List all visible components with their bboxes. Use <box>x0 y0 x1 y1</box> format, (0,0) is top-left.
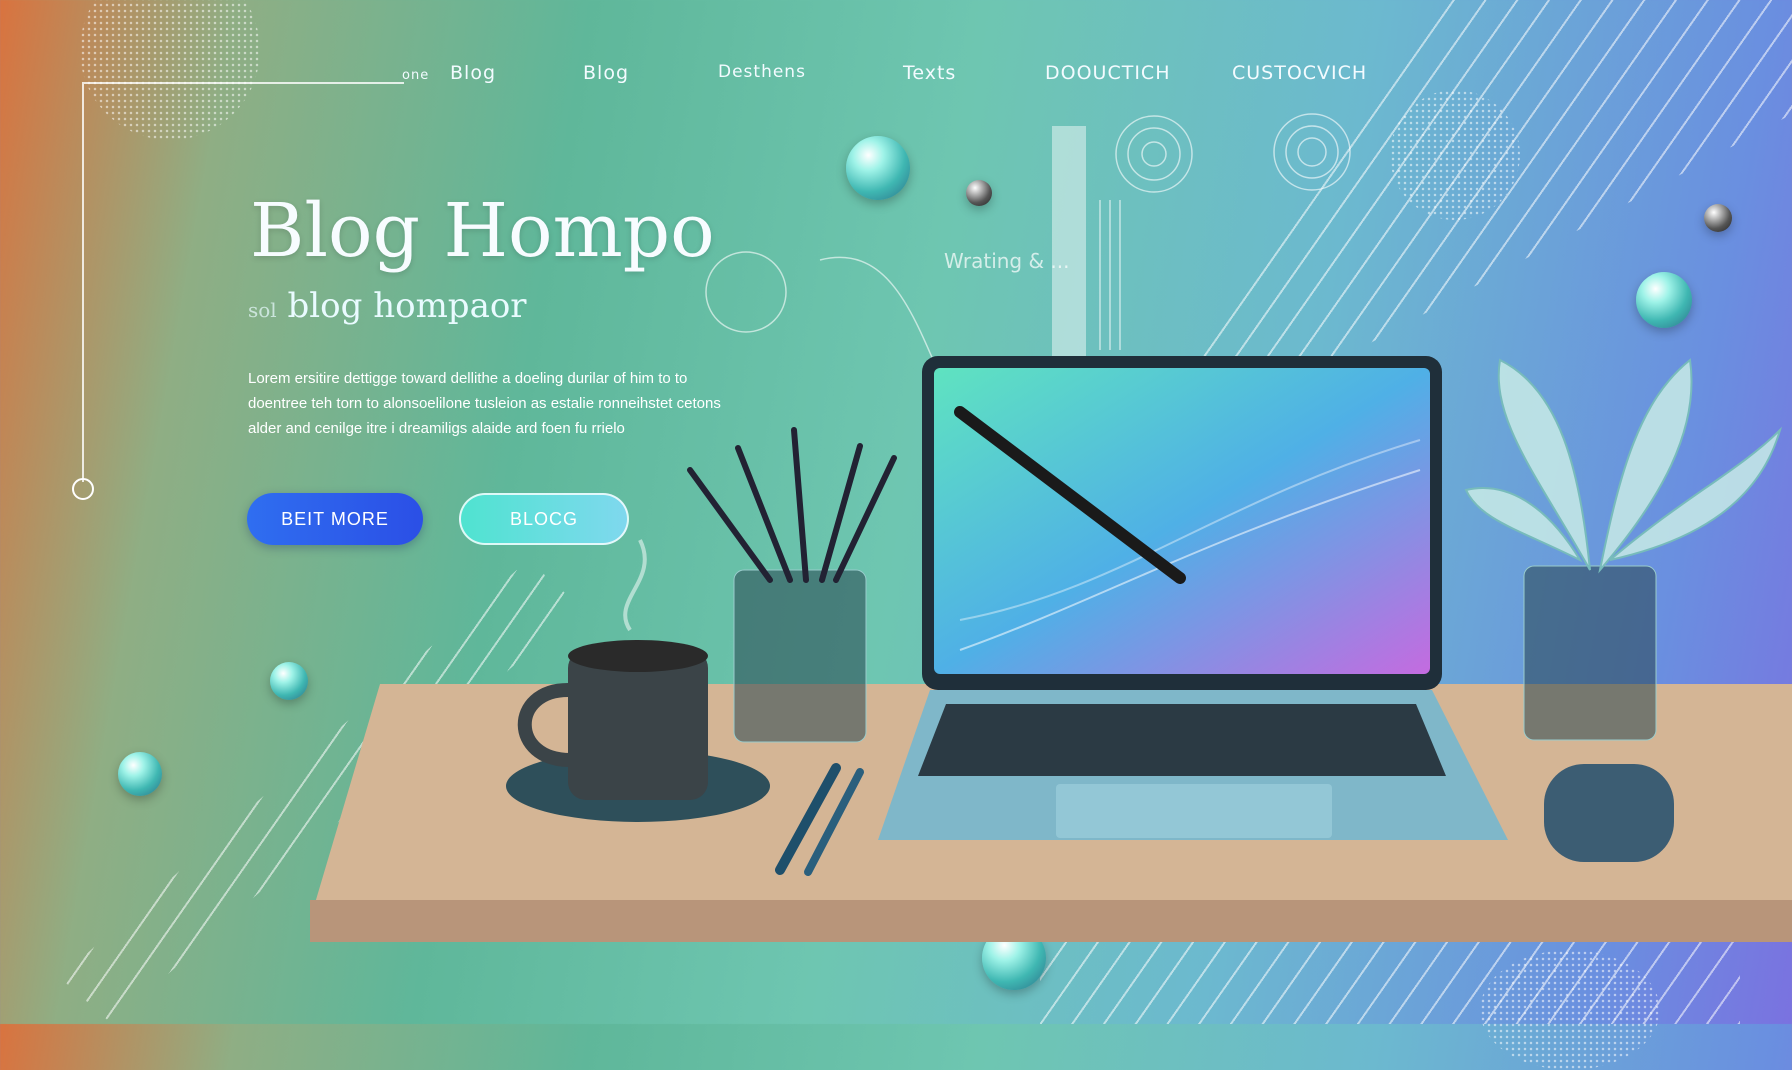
coffee-cup <box>568 650 708 800</box>
laptop-keyboard <box>918 704 1446 776</box>
pencil-cup <box>733 569 867 743</box>
scene-overlay-text: Wrating & ... <box>944 249 1070 273</box>
laptop-screen <box>934 368 1430 674</box>
desk-edge <box>310 900 1792 942</box>
circle-outline-decoration <box>705 251 787 333</box>
plant-pot <box>1523 565 1657 741</box>
desk-illustration: Wrating & ... <box>310 113 1792 942</box>
computer-mouse <box>1544 764 1674 862</box>
laptop-trackpad <box>1056 784 1332 838</box>
